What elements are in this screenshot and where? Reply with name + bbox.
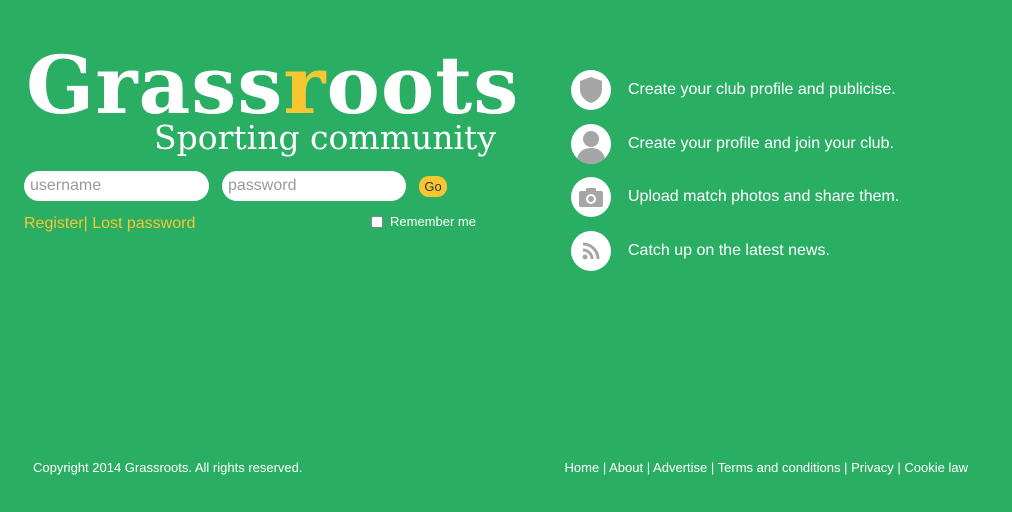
feature-item-club: Create your club profile and publicise. xyxy=(571,70,896,110)
rss-icon xyxy=(571,231,611,271)
feature-item-photos: Upload match photos and share them. xyxy=(571,177,899,217)
shield-icon xyxy=(571,70,611,110)
account-links: Register| Lost password xyxy=(24,214,195,234)
footer-link-terms[interactable]: Terms and conditions xyxy=(718,460,841,475)
remember-me-label: Remember me xyxy=(390,214,476,229)
lost-password-link[interactable]: Lost password xyxy=(92,215,195,232)
feature-text: Create your profile and join your club. xyxy=(628,135,894,152)
logo-title: Grassroots xyxy=(26,40,518,130)
logo-subtitle: Sporting community xyxy=(154,118,496,157)
feature-text: Create your club profile and publicise. xyxy=(628,81,896,98)
footer-separator: | xyxy=(646,460,651,475)
footer-separator: | xyxy=(602,460,607,475)
feature-item-news: Catch up on the latest news. xyxy=(571,231,830,271)
footer-link-cookie-law[interactable]: Cookie law xyxy=(904,460,968,475)
register-link[interactable]: Register xyxy=(24,215,84,232)
remember-me-checkbox[interactable] xyxy=(371,216,383,228)
feature-text: Catch up on the latest news. xyxy=(628,242,830,259)
footer-separator: | xyxy=(897,460,901,475)
footer-link-advertise[interactable]: Advertise xyxy=(653,460,707,475)
username-input[interactable] xyxy=(24,171,209,201)
footer-nav: Home | About | Advertise | Terms and con… xyxy=(565,460,968,476)
remember-me[interactable]: Remember me xyxy=(371,214,476,230)
feature-text: Upload match photos and share them. xyxy=(628,188,900,205)
footer-link-privacy[interactable]: Privacy xyxy=(851,460,894,475)
password-input[interactable] xyxy=(222,171,406,201)
footer-link-about[interactable]: About xyxy=(609,460,643,475)
footer-separator: | xyxy=(710,460,715,475)
copyright: Copyright 2014 Grassroots. All rights re… xyxy=(33,460,303,475)
link-separator: | xyxy=(83,215,88,232)
feature-item-profile: Create your profile and join your club. xyxy=(571,124,894,164)
go-button[interactable]: Go xyxy=(419,176,447,197)
logo: Grassroots Sporting community xyxy=(26,40,518,157)
footer-link-home[interactable]: Home xyxy=(565,460,600,475)
user-icon xyxy=(571,124,611,164)
footer-separator: | xyxy=(844,460,848,475)
camera-icon xyxy=(571,177,611,217)
